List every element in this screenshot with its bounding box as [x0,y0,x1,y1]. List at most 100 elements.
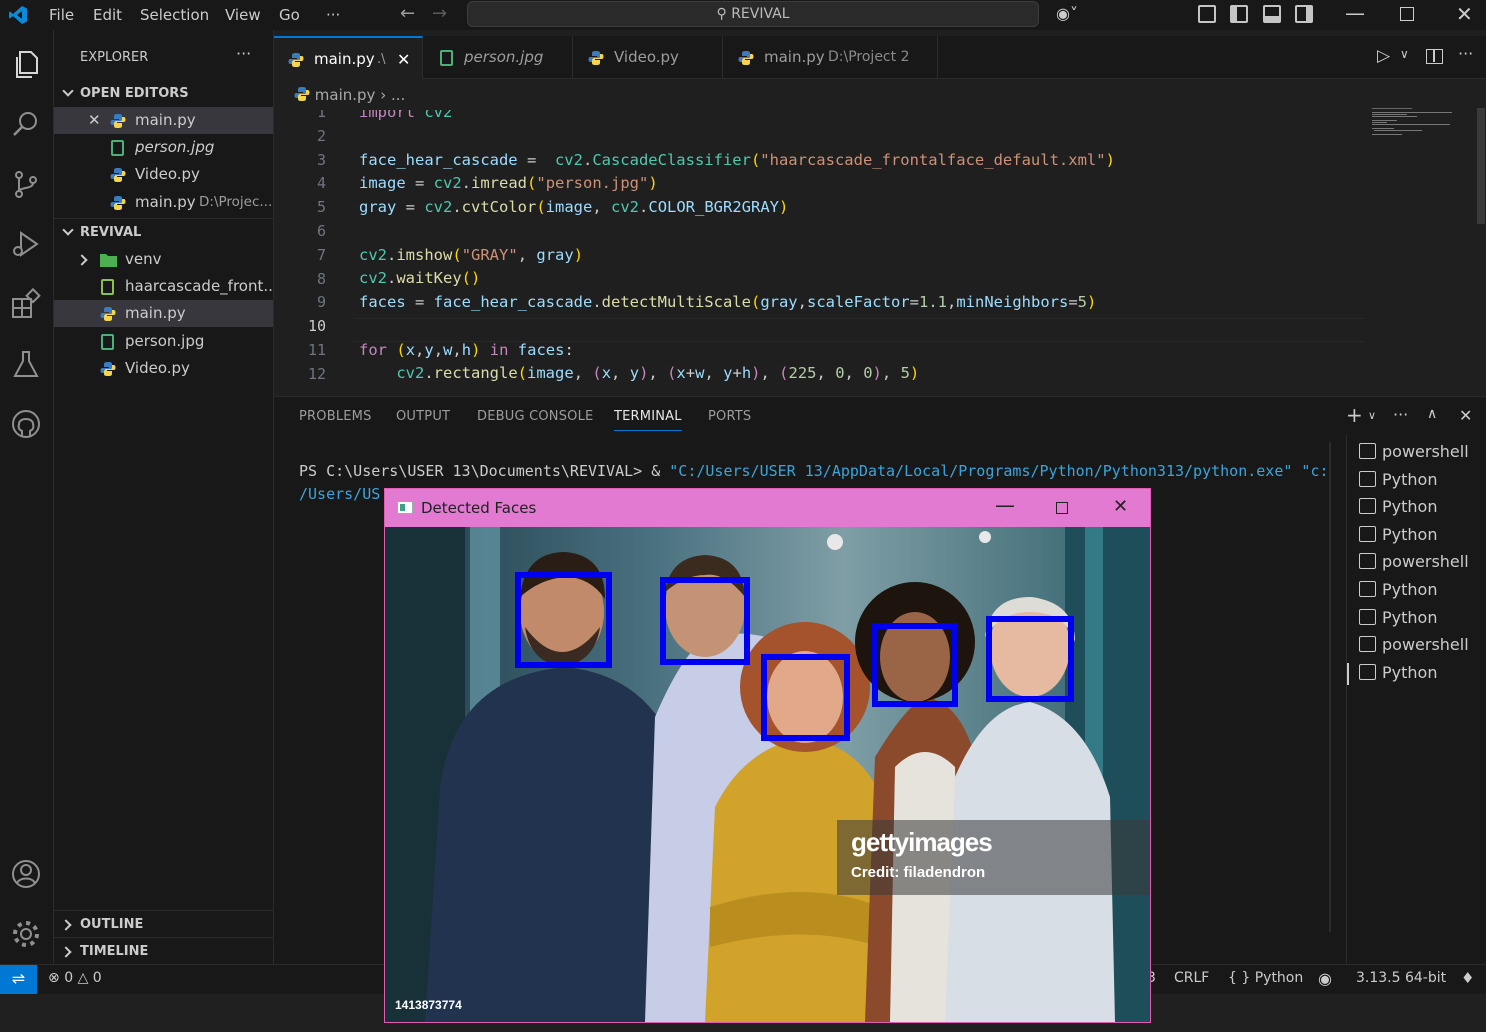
forward-arrow-icon[interactable]: → [432,3,447,24]
panel-tab-terminal[interactable]: TERMINAL [614,409,682,431]
github-icon[interactable] [9,407,43,441]
outline-section-header[interactable]: OUTLINE [54,910,273,937]
terminal-name: Python [1382,524,1438,544]
terminal-scrollbar[interactable] [1329,442,1331,932]
folder-header-revival[interactable]: REVIVAL [54,218,273,245]
interpreter-status[interactable]: 3.13.5 64-bit [1356,970,1446,986]
terminal-icon [1359,498,1376,515]
terminal-instance[interactable]: powershell [1359,635,1469,654]
tab-main-py-project2[interactable]: main.py D:\Project 2 [724,36,938,79]
python-file-icon [110,196,126,210]
file-item-person-jpg[interactable]: person.jpg [54,328,273,355]
minimap[interactable] [1370,108,1460,144]
eol-status[interactable]: CRLF [1174,970,1209,986]
timeline-section-header[interactable]: TIMELINE [54,937,273,964]
terminal-instance[interactable]: Python [1359,470,1437,489]
maximize-window-icon[interactable] [1400,7,1414,21]
cv-maximize-icon[interactable] [1056,502,1068,514]
menu-selection[interactable]: Selection [140,6,209,24]
tab-person-jpg[interactable]: person.jpg [424,36,573,79]
menu-file[interactable]: File [49,6,74,24]
panel-tab-ports[interactable]: PORTS [708,409,751,424]
extensions-icon[interactable] [9,287,43,321]
menu-more[interactable]: ··· [326,6,340,24]
testing-flask-icon[interactable] [9,347,43,381]
terminal-instance[interactable]: Python [1359,608,1437,627]
terminal-instance[interactable]: Python [1359,663,1437,682]
tab-main-py[interactable]: main.py .\ ✕ [274,36,423,79]
terminal-instance[interactable]: Python [1359,525,1437,544]
customize-layout-icon[interactable] [1198,5,1216,23]
cv-minimize-icon[interactable]: — [995,493,1015,517]
cv-window-titlebar[interactable]: Detected Faces — ✕ [385,489,1150,527]
panel-tab-output[interactable]: OUTPUT [396,409,450,424]
open-editor-item[interactable]: person.jpg [54,134,273,161]
copilot-icon[interactable]: ◉˅ [1056,4,1078,23]
panel-tab-problems[interactable]: PROBLEMS [299,409,372,424]
run-python-icon[interactable]: ▷ [1377,46,1390,66]
panel-tab-debug-console[interactable]: DEBUG CONSOLE [477,409,593,424]
open-editor-item[interactable]: ✕ main.py [54,107,273,134]
maximize-panel-icon[interactable]: ∧ [1427,406,1437,422]
breadcrumb-file[interactable]: main.py [315,86,376,104]
braces-icon: { } [1228,970,1251,986]
open-editor-item[interactable]: Video.py [54,161,273,188]
vscode-logo-icon[interactable] [8,5,28,25]
toggle-panel-icon[interactable] [1263,5,1281,23]
open-editor-item[interactable]: main.py D:\Projec... [54,189,273,216]
folder-item-venv[interactable]: venv [54,246,273,273]
new-terminal-icon[interactable]: + [1346,403,1363,427]
terminal-instance[interactable]: powershell [1359,552,1469,571]
close-editor-icon[interactable]: ✕ [88,107,101,134]
open-editors-header[interactable]: OPEN EDITORS [54,80,273,107]
breadcrumb-rest[interactable]: ... [391,86,405,104]
menu-view[interactable]: View [225,6,261,24]
file-item-main-py[interactable]: main.py [54,300,273,327]
explorer-more-icon[interactable]: ··· [236,44,251,63]
tab-label: main.py [314,50,375,68]
close-tab-icon[interactable]: ✕ [397,38,410,81]
copilot-status-icon[interactable]: ◉ [1318,969,1332,988]
tab-path: D:\Project 2 [828,49,910,65]
file-item-haarcascade[interactable]: haarcascade_front... [54,273,273,300]
run-dropdown-icon[interactable]: ∨ [1400,47,1409,61]
back-arrow-icon[interactable]: ← [400,3,415,24]
python-file-icon [588,51,604,65]
line-number: 7 [316,245,326,264]
settings-gear-icon[interactable] [9,917,43,951]
terminal-instance[interactable]: Python [1359,497,1437,516]
editor-more-icon[interactable]: ··· [1458,44,1473,63]
code-editor[interactable]: main.py › ... 1 2 3 4 5 6 7 8 9 10 11 12 import cv2… [274,80,1486,396]
terminal-instance[interactable]: powershell [1359,442,1469,461]
cv-close-icon[interactable]: ✕ [1113,496,1128,517]
menu-edit[interactable]: Edit [93,6,122,24]
accounts-icon[interactable] [9,857,43,891]
toggle-primary-sidebar-icon[interactable] [1230,5,1248,23]
detected-faces-window[interactable]: Detected Faces — ✕ gettyimages Credit: f… [384,488,1151,1023]
close-window-icon[interactable]: ✕ [1456,2,1473,26]
search-icon[interactable] [9,107,43,141]
tab-video-py[interactable]: Video.py [574,36,723,79]
remote-indicator-icon[interactable]: ⇌ [0,965,37,994]
toggle-secondary-sidebar-icon[interactable] [1295,5,1313,23]
menu-go[interactable]: Go [279,6,300,24]
editor-scrollbar[interactable] [1477,108,1485,224]
terminal-name: Python [1382,662,1438,682]
explorer-icon[interactable] [9,47,43,81]
problems-status[interactable]: ⊗ 0 △ 0 [48,970,102,986]
close-panel-icon[interactable]: ✕ [1459,406,1472,425]
file-item-video-py[interactable]: Video.py [54,355,273,382]
language-status[interactable]: { } Python [1228,970,1303,986]
command-center-search[interactable]: ⚲ REVIVAL [467,1,1039,27]
panel-more-icon[interactable]: ··· [1393,405,1408,424]
terminal-instance[interactable]: Python [1359,580,1437,599]
minimize-window-icon[interactable]: — [1345,1,1365,25]
split-editor-icon[interactable] [1426,49,1443,64]
line-number: 9 [316,293,326,312]
notifications-bell-icon[interactable]: ♦ [1461,969,1474,987]
code-area[interactable]: 1 2 3 4 5 6 7 8 9 10 11 12 import cv2 face_hear_cas… [274,110,1474,396]
terminal-dropdown-icon[interactable]: ∨ [1368,409,1376,422]
terminal-name: powershell [1382,442,1469,461]
source-control-icon[interactable] [9,167,43,201]
run-debug-icon[interactable] [9,227,43,261]
